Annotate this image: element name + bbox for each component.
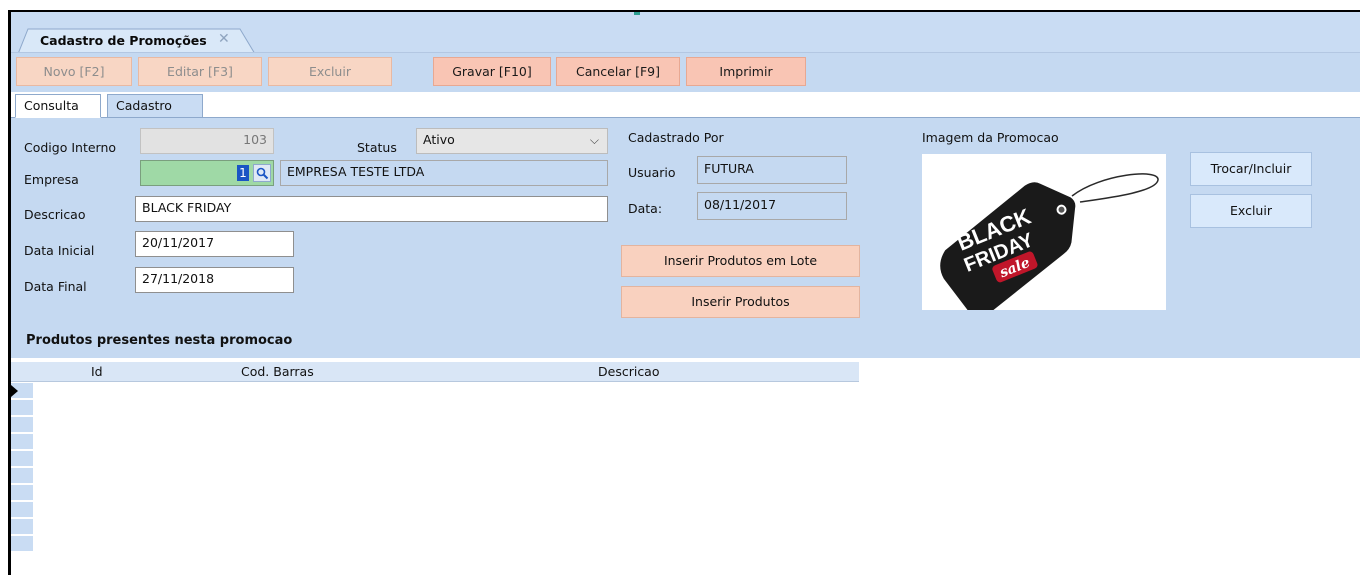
excluir-imagem-button[interactable]: Excluir [1190,194,1312,228]
row-indicator[interactable] [11,468,33,484]
products-grid[interactable]: Id Cod. Barras Descricao [11,358,1360,575]
inserir-produtos-lote-button[interactable]: Inserir Produtos em Lote [621,245,860,277]
cancelar-button[interactable]: Cancelar [F9] [556,57,680,86]
codigo-interno-field: 103 [140,128,274,154]
tab-cadastro[interactable]: Cadastro [107,94,203,118]
data-final-field[interactable]: 27/11/2018 [135,267,294,293]
row-indicator[interactable] [11,417,33,433]
data-inicial-field[interactable]: 20/11/2017 [135,231,294,257]
decorative-mark [634,12,640,15]
data-cadastro-label: Data: [628,201,663,216]
search-icon-glyph [256,167,269,180]
cadastrado-por-heading: Cadastrado Por [628,130,724,145]
imagem-heading: Imagem da Promocao [922,130,1059,145]
novo-button[interactable]: Novo [F2] [16,57,132,86]
trocar-incluir-button[interactable]: Trocar/Incluir [1190,152,1312,186]
close-icon[interactable]: ✕ [218,32,230,46]
grid-header: Id Cod. Barras Descricao [11,362,859,382]
column-header-descricao[interactable]: Descricao [598,364,660,379]
black-friday-tag-icon: BLACK FRIDAY sale [940,173,1159,319]
descricao-field[interactable]: BLACK FRIDAY [135,196,608,222]
promo-image: BLACK FRIDAY sale [922,154,1166,319]
gravar-button[interactable]: Gravar [F10] [433,57,551,86]
codigo-interno-label: Codigo Interno [24,140,117,155]
tab-consulta[interactable]: Consulta [15,94,101,118]
row-indicator[interactable] [11,485,33,501]
document-tab[interactable]: Cadastro de Promoções ✕ [18,28,256,54]
data-final-label: Data Final [24,279,87,294]
usuario-label: Usuario [628,165,676,180]
row-indicator[interactable] [11,519,33,535]
column-header-id[interactable]: Id [91,364,103,379]
inserir-produtos-button[interactable]: Inserir Produtos [621,286,860,318]
toolbar: Novo [F2] Editar [F3] Excluir Gravar [F1… [11,52,1360,92]
row-indicator[interactable] [11,451,33,467]
status-select[interactable]: Ativo ⌵ [416,128,608,154]
empresa-code-field[interactable]: 1 [140,160,274,186]
excluir-button[interactable]: Excluir [268,57,392,86]
row-indicator[interactable] [11,502,33,518]
current-row-arrow-icon [11,385,18,397]
data-inicial-label: Data Inicial [24,243,95,258]
row-indicator[interactable] [11,536,33,552]
document-tab-title: Cadastro de Promoções [40,33,207,48]
usuario-field: FUTURA [697,156,847,184]
sub-tabs: Consulta Cadastro [11,92,1360,118]
status-label: Status [357,140,397,155]
status-value: Ativo [423,132,455,147]
search-icon[interactable] [253,164,271,182]
column-header-cod-barras[interactable]: Cod. Barras [241,364,314,379]
descricao-label: Descricao [24,207,86,222]
editar-button[interactable]: Editar [F3] [138,57,262,86]
empresa-name-field: EMPRESA TESTE LTDA [280,160,608,186]
row-indicator[interactable] [11,434,33,450]
chevron-down-icon: ⌵ [589,133,599,147]
imprimir-button[interactable]: Imprimir [686,57,806,86]
data-cadastro-field: 08/11/2017 [697,192,847,220]
empresa-label: Empresa [24,172,79,187]
row-indicator[interactable] [11,400,33,416]
empresa-code-value: 1 [237,165,249,181]
grid-title: Produtos presentes nesta promocao [26,333,293,348]
